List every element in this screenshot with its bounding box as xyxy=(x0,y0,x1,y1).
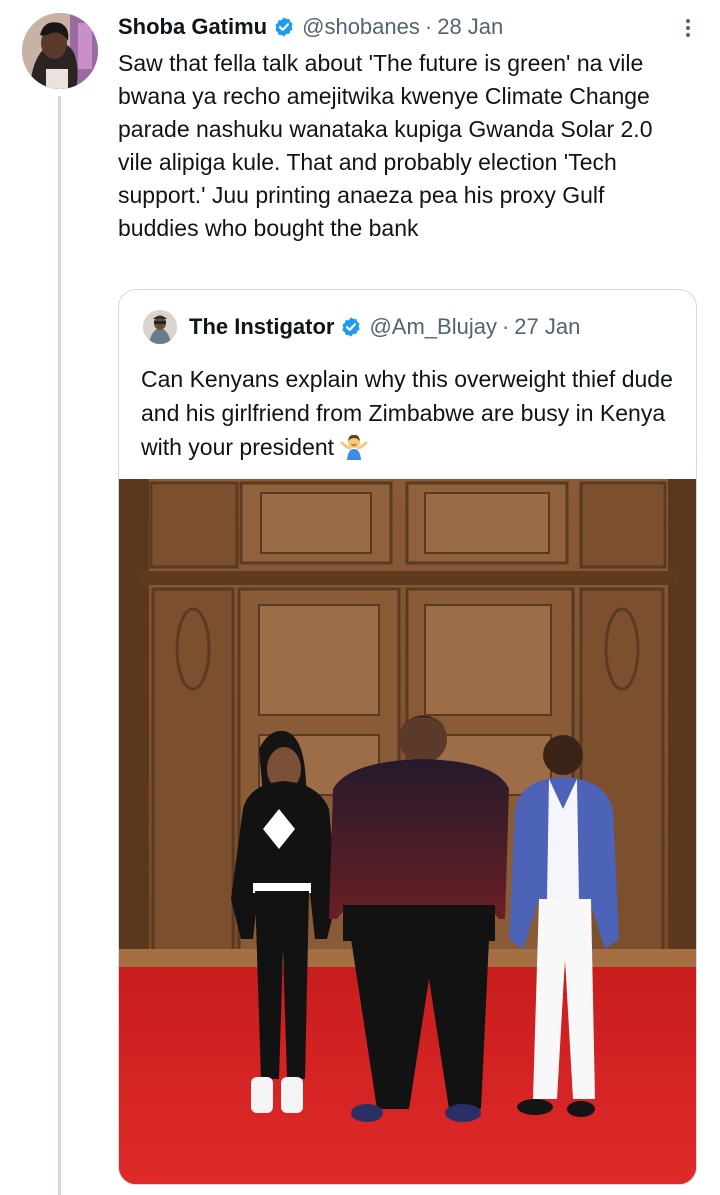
tweet-header: Shoba Gatimu @shobanes · 28 Jan xyxy=(118,10,700,44)
quoted-author-name[interactable]: The Instigator xyxy=(189,314,334,340)
verified-badge-icon xyxy=(342,317,361,337)
quoted-author-handle[interactable]: @Am_Blujay xyxy=(369,314,497,340)
author-name[interactable]: Shoba Gatimu xyxy=(118,14,267,40)
author-avatar[interactable] xyxy=(22,13,98,89)
quoted-tweet-text-block: Can Kenyans explain why this overweight … xyxy=(141,362,681,464)
tweet-text: Saw that fella talk about 'The future is… xyxy=(118,50,653,241)
quoted-tweet-text: Can Kenyans explain why this overweight … xyxy=(141,366,673,460)
author-handle[interactable]: @shobanes xyxy=(302,14,420,40)
person-shrugging-emoji xyxy=(340,434,368,460)
quoted-tweet-photo[interactable] xyxy=(119,479,696,1184)
separator-dot: · xyxy=(424,14,433,39)
quoted-tweet-card[interactable]: The Instigator @Am_Blujay · 27 Jan Can K… xyxy=(118,289,697,1185)
verified-badge-icon xyxy=(275,17,293,37)
photo-illustration xyxy=(119,479,696,1184)
quoted-avatar-photo xyxy=(143,310,177,344)
quoted-tweet-date[interactable]: 27 Jan xyxy=(514,314,580,340)
tweet-date[interactable]: 28 Jan xyxy=(437,14,503,40)
more-vertical-icon[interactable] xyxy=(676,16,700,40)
quoted-tweet-header: The Instigator @Am_Blujay · 27 Jan xyxy=(143,310,580,344)
avatar-photo xyxy=(22,13,98,89)
separator-dot: · xyxy=(501,314,510,339)
thread-line xyxy=(58,96,61,1195)
quoted-author-avatar xyxy=(143,310,177,344)
